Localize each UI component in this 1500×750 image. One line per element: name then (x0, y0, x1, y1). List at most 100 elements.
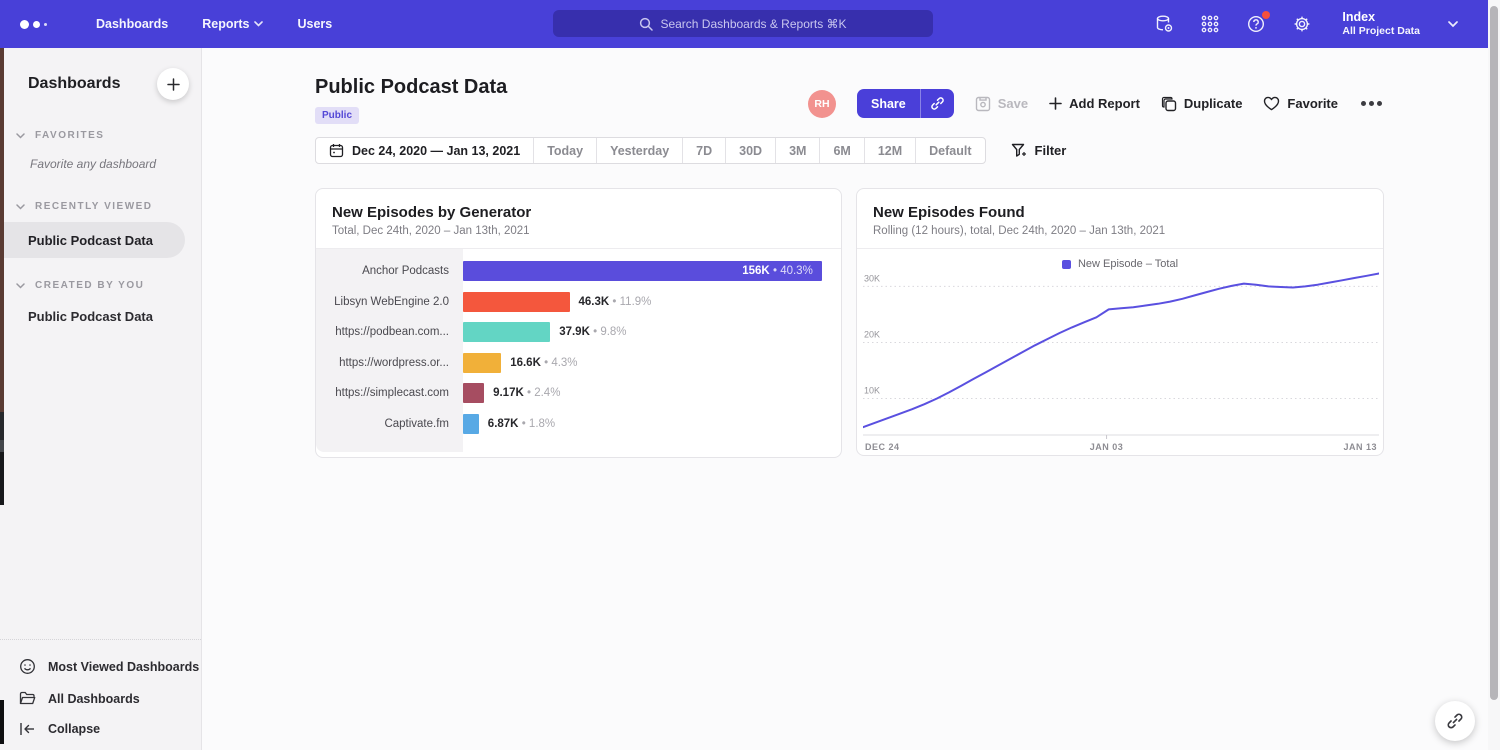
card-title: New Episodes Found (873, 204, 1367, 221)
bar-anchor-podcasts[interactable]: 156K • 40.3% (463, 261, 822, 281)
svg-text:10K: 10K (864, 386, 880, 396)
share-link-button[interactable] (920, 89, 954, 118)
share-button[interactable]: Share (857, 89, 920, 118)
sidebar-section-favorites[interactable]: FAVORITES (0, 130, 201, 141)
plus-icon (1049, 97, 1062, 110)
folder-icon (18, 691, 36, 706)
card-new-episodes-found: New Episodes Found Rolling (12 hours), t… (856, 188, 1384, 456)
page-title: Public Podcast Data (315, 76, 507, 99)
bar-row[interactable]: https://simplecast.com 9.17K • 2.4% (316, 378, 841, 409)
save-button[interactable]: Save (975, 96, 1028, 112)
preset-yesterday[interactable]: Yesterday (597, 138, 683, 163)
favorite-button[interactable]: Favorite (1263, 96, 1338, 111)
main-content: Public Podcast Data Public RH Share (202, 48, 1488, 750)
preset-6m[interactable]: 6M (820, 138, 864, 163)
project-scope: All Project Data (1342, 25, 1420, 38)
bar-row[interactable]: Libsyn WebEngine 2.0 46.3K • 11.9% (316, 287, 841, 318)
bar-row[interactable]: https://podbean.com... 37.9K • 9.8% (316, 317, 841, 348)
bar-simplecast[interactable] (463, 383, 484, 403)
chevron-down-icon (16, 283, 25, 289)
window-edge-strip (0, 452, 4, 505)
date-range-button[interactable]: Dec 24, 2020 — Jan 13, 2021 (316, 138, 534, 163)
divider (0, 639, 201, 640)
bar-row[interactable]: Captivate.fm 6.87K • 1.8% (316, 409, 841, 440)
scrollbar-thumb[interactable] (1490, 6, 1498, 700)
window-edge-strip (0, 700, 4, 744)
sidebar-item-public-podcast-data[interactable]: Public Podcast Data (0, 222, 185, 258)
preset-12m[interactable]: 12M (865, 138, 916, 163)
link-icon (1446, 712, 1464, 730)
nav-item-dashboards[interactable]: Dashboards (96, 17, 168, 31)
favorites-empty-text: Favorite any dashboard (0, 141, 201, 171)
project-chevron-down-icon[interactable] (1448, 21, 1458, 28)
bar-row[interactable]: https://wordpress.or... 16.6K • 4.3% (316, 348, 841, 379)
svg-text:JAN 03: JAN 03 (1090, 442, 1124, 452)
plus-icon (167, 78, 180, 91)
project-name: Index (1342, 10, 1420, 26)
public-badge: Public (315, 107, 359, 124)
top-navbar: Dashboards Reports Users Search Dashboar… (0, 0, 1488, 48)
card-subtitle: Total, Dec 24th, 2020 – Jan 13th, 2021 (332, 225, 825, 237)
duplicate-button[interactable]: Duplicate (1161, 96, 1243, 112)
nav-item-reports[interactable]: Reports (202, 17, 263, 31)
search-input[interactable]: Search Dashboards & Reports ⌘K (553, 10, 933, 37)
svg-text:30K: 30K (864, 273, 880, 283)
copy-icon (1161, 96, 1177, 112)
apps-grid-icon[interactable] (1200, 14, 1220, 34)
notification-badge (1262, 11, 1270, 19)
sidebar-item-public-podcast-data-created[interactable]: Public Podcast Data (0, 299, 201, 334)
window-edge-strip (0, 412, 4, 440)
card-title: New Episodes by Generator (332, 204, 825, 221)
add-report-button[interactable]: Add Report (1049, 96, 1140, 111)
heart-icon (1263, 96, 1280, 111)
line-chart[interactable]: 10K 20K 30K DEC 24 JAN 03 JAN 13 (863, 264, 1379, 454)
smiley-icon (18, 658, 36, 675)
bar-podbean[interactable] (463, 322, 550, 342)
svg-text:DEC 24: DEC 24 (865, 442, 900, 452)
search-icon (639, 17, 653, 31)
most-viewed-dashboards-button[interactable]: Most Viewed Dashboards (0, 650, 201, 683)
nav-item-users[interactable]: Users (297, 17, 332, 31)
sidebar: Dashboards FAVORITES Favorite any dashbo… (0, 48, 202, 750)
preset-30d[interactable]: 30D (726, 138, 776, 163)
all-dashboards-button[interactable]: All Dashboards (0, 683, 201, 714)
bar-row[interactable]: Anchor Podcasts 156K • 40.3% (316, 256, 841, 287)
more-options-button[interactable] (1359, 97, 1384, 110)
help-icon[interactable] (1246, 14, 1266, 34)
link-icon (930, 96, 945, 111)
bar-libsyn[interactable] (463, 292, 570, 312)
page-scrollbar[interactable] (1488, 0, 1500, 750)
chevron-down-icon (16, 133, 25, 139)
calendar-icon (329, 143, 344, 158)
sidebar-title: Dashboards (28, 75, 120, 93)
preset-default[interactable]: Default (916, 138, 984, 163)
bar-captivate[interactable] (463, 414, 479, 434)
filter-funnel-icon (1011, 143, 1027, 159)
data-sources-icon[interactable] (1154, 14, 1174, 34)
chevron-down-icon (254, 21, 263, 27)
app-logo[interactable] (20, 20, 54, 29)
collapse-left-icon (18, 722, 36, 736)
sidebar-section-created-by-you[interactable]: CREATED BY YOU (0, 280, 201, 291)
avatar[interactable]: RH (808, 90, 836, 118)
window-edge-strip (0, 440, 4, 452)
preset-today[interactable]: Today (534, 138, 597, 163)
sidebar-section-recently-viewed[interactable]: RECENTLY VIEWED (0, 201, 201, 212)
card-new-episodes-by-generator: New Episodes by Generator Total, Dec 24t… (315, 188, 842, 458)
preset-3m[interactable]: 3M (776, 138, 820, 163)
filter-button[interactable]: Filter (1011, 143, 1067, 159)
collapse-sidebar-button[interactable]: Collapse (0, 714, 201, 744)
window-edge-strip (0, 48, 4, 412)
project-switcher[interactable]: Index All Project Data (1342, 10, 1420, 39)
card-subtitle: Rolling (12 hours), total, Dec 24th, 202… (873, 225, 1367, 237)
settings-gear-icon[interactable] (1292, 14, 1312, 34)
save-icon (975, 96, 991, 112)
svg-text:JAN 13: JAN 13 (1343, 442, 1377, 452)
floating-link-button[interactable] (1435, 701, 1475, 741)
search-placeholder: Search Dashboards & Reports ⌘K (660, 17, 846, 31)
preset-7d[interactable]: 7D (683, 138, 726, 163)
bar-wordpress[interactable] (463, 353, 501, 373)
add-dashboard-button[interactable] (157, 68, 189, 100)
chevron-down-icon (16, 204, 25, 210)
svg-text:20K: 20K (864, 329, 880, 339)
